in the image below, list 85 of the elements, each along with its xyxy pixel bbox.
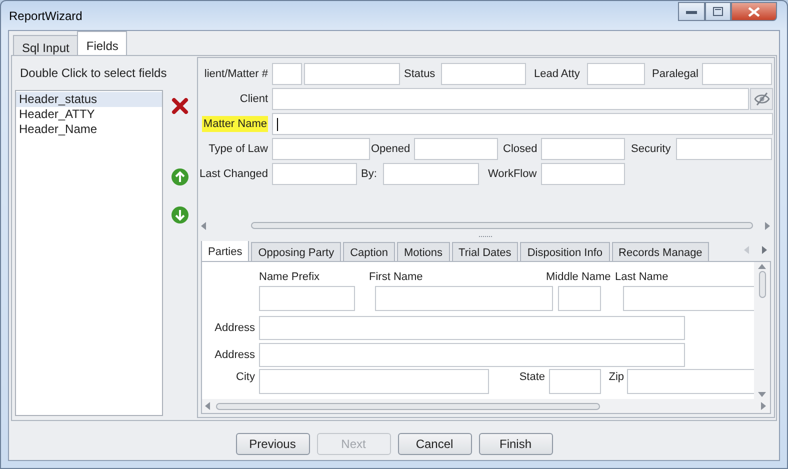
wizard-button[interactable]: Finish (478, 433, 552, 455)
input-field[interactable] (304, 63, 400, 85)
field-label: Paralegal (652, 66, 698, 82)
instruction-text: Double Click to select fields (19, 65, 168, 82)
field-label: Last Changed (200, 166, 268, 182)
scroll-thumb[interactable] (251, 222, 753, 230)
input-field[interactable] (702, 63, 772, 85)
field-label: Type of Law (208, 142, 268, 157)
input-field[interactable] (587, 63, 645, 85)
field-label: Client (240, 92, 268, 107)
lookup-button[interactable] (750, 88, 773, 110)
tab[interactable]: Caption (343, 242, 395, 261)
field-label: Security (631, 142, 671, 157)
field-label: State (519, 370, 545, 385)
input-field[interactable] (414, 138, 498, 160)
splitter-grip-icon[interactable] (479, 234, 493, 238)
scroll-up-icon[interactable] (758, 264, 766, 269)
horizontal-scrollbar[interactable] (202, 399, 770, 413)
field-label: Status (404, 66, 436, 82)
field-label: City (236, 370, 255, 385)
field-label: Address (214, 320, 255, 336)
scroll-left-icon[interactable] (205, 402, 211, 410)
tab-scroll-right-icon[interactable] (762, 246, 768, 254)
input-field[interactable] (272, 63, 302, 85)
input-field[interactable] (441, 63, 526, 85)
scroll-thumb[interactable] (758, 271, 766, 298)
window-title: ReportWizard (9, 8, 82, 24)
wizard-button[interactable]: Previous (236, 433, 310, 455)
list-item[interactable]: Header_Name (16, 122, 162, 137)
list-item[interactable]: Header_status (16, 92, 162, 107)
maximize-icon (713, 7, 723, 16)
field-label: Address (214, 348, 255, 363)
scroll-thumb[interactable] (216, 402, 600, 410)
minimize-button[interactable] (678, 2, 705, 21)
field-label: lient/Matter # (204, 66, 268, 82)
field-list[interactable]: Header_status Header_ATTY Header_Name (15, 90, 163, 416)
input-field[interactable] (623, 286, 754, 311)
close-icon (748, 6, 760, 16)
column-label: Name Prefix (259, 270, 320, 285)
input-field[interactable] (272, 138, 370, 160)
input-field[interactable] (541, 138, 625, 160)
tab[interactable]: Parties (201, 240, 250, 261)
input-field[interactable] (549, 369, 601, 394)
field-label: Opened (371, 142, 410, 157)
close-button[interactable] (731, 2, 777, 21)
eye-slash-icon (754, 92, 770, 106)
field-label: Closed (503, 142, 538, 157)
field-label: Lead Atty (534, 66, 580, 82)
input-field[interactable] (272, 88, 749, 110)
tab[interactable]: Trial Dates (452, 242, 518, 261)
field-label: Matter Name (202, 116, 268, 132)
tab[interactable]: Sql Input (13, 35, 78, 55)
input-field[interactable] (676, 138, 772, 160)
input-field[interactable] (272, 113, 773, 135)
input-field[interactable] (541, 163, 625, 185)
field-label: WorkFlow (488, 166, 537, 182)
tab[interactable]: Opposing Party (251, 242, 342, 261)
scroll-right-icon[interactable] (761, 402, 767, 410)
column-label: Middle Name (546, 270, 611, 285)
wizard-button[interactable]: Cancel (398, 433, 472, 455)
column-label: Last Name (615, 270, 668, 285)
field-label: Zip (608, 370, 624, 385)
input-field[interactable] (627, 369, 754, 394)
input-field[interactable] (558, 286, 601, 311)
input-field[interactable] (375, 286, 553, 311)
input-field[interactable] (259, 343, 685, 367)
field-label: By: (361, 166, 377, 182)
maximize-button[interactable] (705, 2, 731, 21)
input-field[interactable] (259, 369, 489, 394)
input-field[interactable] (259, 316, 685, 340)
tab[interactable]: Motions (397, 242, 450, 261)
tab-scroll-left-icon[interactable] (744, 246, 750, 254)
minimize-icon (686, 10, 697, 14)
scroll-right-icon[interactable] (765, 222, 771, 230)
column-label: First Name (369, 270, 423, 285)
list-item[interactable]: Header_ATTY (16, 107, 162, 122)
tab[interactable]: Disposition Info (520, 242, 610, 261)
tab[interactable]: Records Manage (612, 242, 710, 261)
input-field[interactable] (272, 163, 357, 185)
input-field[interactable] (383, 163, 479, 185)
vertical-scrollbar[interactable] (754, 262, 770, 399)
input-field[interactable] (259, 286, 355, 311)
scroll-left-icon[interactable] (201, 222, 207, 230)
scroll-down-icon[interactable] (758, 392, 766, 397)
tab[interactable]: Fields (77, 31, 128, 55)
